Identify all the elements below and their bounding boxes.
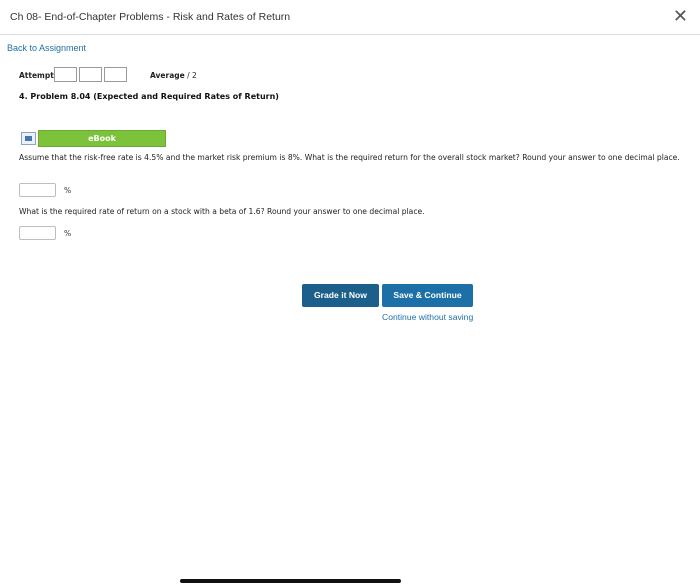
window-title: Ch 08- End-of-Chapter Problems - Risk an…	[10, 11, 291, 23]
question-1-unit: %	[64, 186, 72, 195]
problem-title: 4. Problem 8.04 (Expected and Required R…	[19, 92, 279, 101]
question-2-unit: %	[64, 229, 72, 238]
average-label: Average	[150, 71, 185, 80]
attempt-box	[104, 67, 127, 82]
question-1-text: Assume that the risk-free rate is 4.5% a…	[19, 153, 680, 162]
question-2-text: What is the required rate of return on a…	[19, 207, 425, 216]
back-to-assignment-link[interactable]: Back to Assignment	[7, 43, 86, 53]
attempt-box	[79, 67, 102, 82]
save-and-continue-button[interactable]: Save & Continue	[382, 284, 473, 307]
attempt-box	[54, 67, 77, 82]
continue-without-saving-link[interactable]: Continue without saving	[382, 312, 473, 322]
close-icon[interactable]: ✕	[673, 6, 688, 27]
title-bar: Ch 08- End-of-Chapter Problems - Risk an…	[0, 0, 700, 35]
question-1-answer-input[interactable]	[19, 183, 56, 197]
home-indicator	[180, 579, 401, 583]
ebook-button[interactable]: eBook	[38, 130, 166, 147]
average-value: / 2	[187, 71, 197, 80]
book-icon[interactable]	[21, 132, 36, 145]
attempts-label: Attempts	[19, 71, 59, 80]
average-display: Average / 2	[150, 71, 197, 80]
grade-it-now-button[interactable]: Grade it Now	[302, 284, 379, 307]
question-2-answer-input[interactable]	[19, 226, 56, 240]
